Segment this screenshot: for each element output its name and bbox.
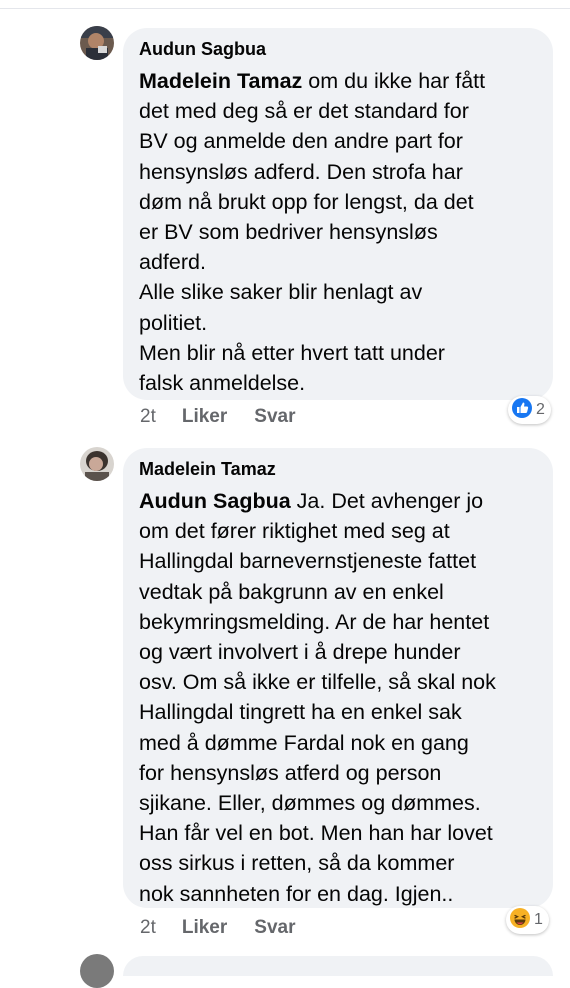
like-reaction-icon [511,397,533,424]
comment-timestamp[interactable]: 2t [140,915,156,941]
comment-actions: 2t Liker Svar [140,404,322,430]
reaction-summary[interactable]: 2 [508,396,551,424]
comment-timestamp[interactable]: 2t [140,404,156,430]
reaction-count: 1 [534,911,543,928]
comment-bubble: Madelein Tamaz Audun Sagbua Ja. Det avhe… [123,448,553,908]
comment-bubble: Audun Sagbua Madelein Tamaz om du ikke h… [123,28,553,400]
reply-button[interactable]: Svar [254,915,295,941]
comment-author[interactable]: Madelein Tamaz [139,458,537,480]
comment-text: Audun Sagbua Ja. Det avhenger jo om det … [139,489,496,906]
avatar[interactable] [80,26,114,60]
mention-link[interactable]: Madelein Tamaz [139,69,302,93]
comment-bubble [123,956,553,976]
like-button[interactable]: Liker [182,915,227,941]
top-divider [0,0,570,9]
avatar[interactable] [80,954,114,988]
avatar[interactable] [80,447,114,481]
reaction-count: 2 [536,401,545,418]
reaction-summary[interactable]: 1 [506,906,549,934]
mention-link[interactable]: Audun Sagbua [139,489,291,513]
like-button[interactable]: Liker [182,404,227,430]
comment-text: Madelein Tamaz om du ikke har fått det m… [139,69,486,396]
comment-actions: 2t Liker Svar [140,915,322,941]
comment-author[interactable]: Audun Sagbua [139,38,537,60]
haha-reaction-icon [509,907,531,934]
reply-button[interactable]: Svar [254,404,295,430]
